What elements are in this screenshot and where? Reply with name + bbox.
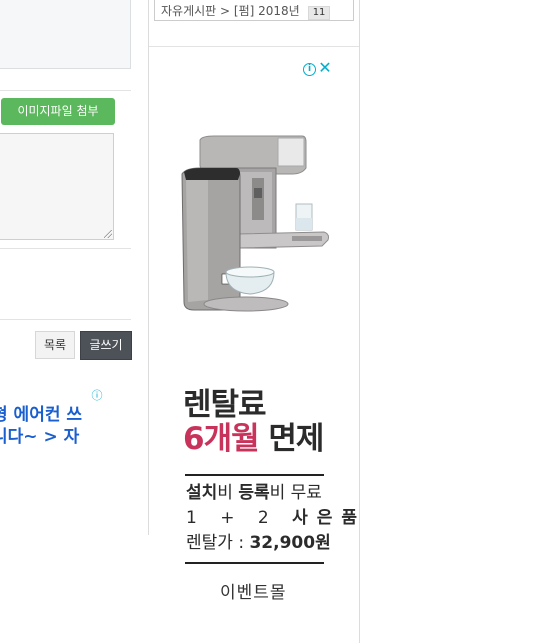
attach-image-button[interactable]: 이미지파일 첨부 bbox=[1, 98, 115, 125]
text-ad-line[interactable]: 형 에어컨 쓰 bbox=[0, 405, 82, 425]
ad-text-bold: 등록 bbox=[238, 483, 270, 503]
sidebar-border bbox=[148, 0, 149, 535]
list-button[interactable]: 목록 bbox=[35, 331, 75, 359]
ad-text: 비 bbox=[217, 483, 239, 503]
write-button[interactable]: 글쓰기 bbox=[80, 331, 132, 360]
divider bbox=[0, 319, 131, 320]
sidebar-border bbox=[359, 0, 360, 643]
comment-count-badge: 11 bbox=[307, 6, 331, 20]
info-icon[interactable]: ⓘ bbox=[91, 390, 103, 402]
hot-post-item[interactable]: 자유게시판 > [펌] 2018년 11 bbox=[154, 0, 354, 21]
content-textarea[interactable] bbox=[0, 0, 131, 69]
ad-headline-text: 면제 bbox=[258, 421, 324, 457]
comment-textarea[interactable] bbox=[0, 133, 114, 240]
ad-price: 32,900원 bbox=[249, 533, 331, 553]
close-icon[interactable]: ✕ bbox=[318, 60, 332, 76]
divider bbox=[0, 248, 131, 249]
resize-handle-icon[interactable] bbox=[104, 230, 112, 238]
ad-advertiser-name[interactable]: 이벤트몰 bbox=[220, 578, 287, 603]
ad-text-bold: 설치 bbox=[186, 483, 218, 503]
text-ad-line[interactable]: 니다~ > 자 bbox=[0, 427, 79, 447]
water-purifier-image[interactable] bbox=[174, 128, 334, 318]
ad-text: 비 무료 bbox=[269, 483, 322, 503]
ad-price-line[interactable]: 렌탈가 : 32,900원 bbox=[186, 532, 331, 554]
hot-post-title: 자유게시판 > [펌] 2018년 bbox=[161, 4, 300, 18]
hot-post-link[interactable]: 자유게시판 > [펌] 2018년 11 bbox=[161, 2, 331, 20]
ad-headline[interactable]: 렌탈료 bbox=[183, 386, 267, 424]
ad-text: 1 + 2 bbox=[186, 508, 293, 528]
ad-headline-text: 렌탈료 bbox=[183, 387, 267, 423]
ad-headline-highlight: 6개월 bbox=[183, 421, 260, 457]
divider bbox=[185, 474, 324, 476]
info-icon[interactable]: i bbox=[303, 63, 316, 76]
divider bbox=[0, 90, 131, 91]
post-form-area: 이미지파일 첨부 목록 글쓰기 ⓘ 형 에어컨 쓰 니다~ > 자 bbox=[0, 0, 148, 535]
ad-benefit-line[interactable]: 1 + 2 사은품 bbox=[186, 507, 357, 529]
divider bbox=[149, 46, 359, 47]
ad-headline[interactable]: 6개월 면제 bbox=[183, 420, 324, 458]
divider bbox=[185, 562, 324, 564]
ad-text: 렌탈가 : bbox=[186, 533, 250, 553]
ad-text-bold: 사은품 bbox=[292, 508, 367, 528]
ad-benefit-line[interactable]: 설치비 등록비 무료 bbox=[186, 482, 326, 504]
